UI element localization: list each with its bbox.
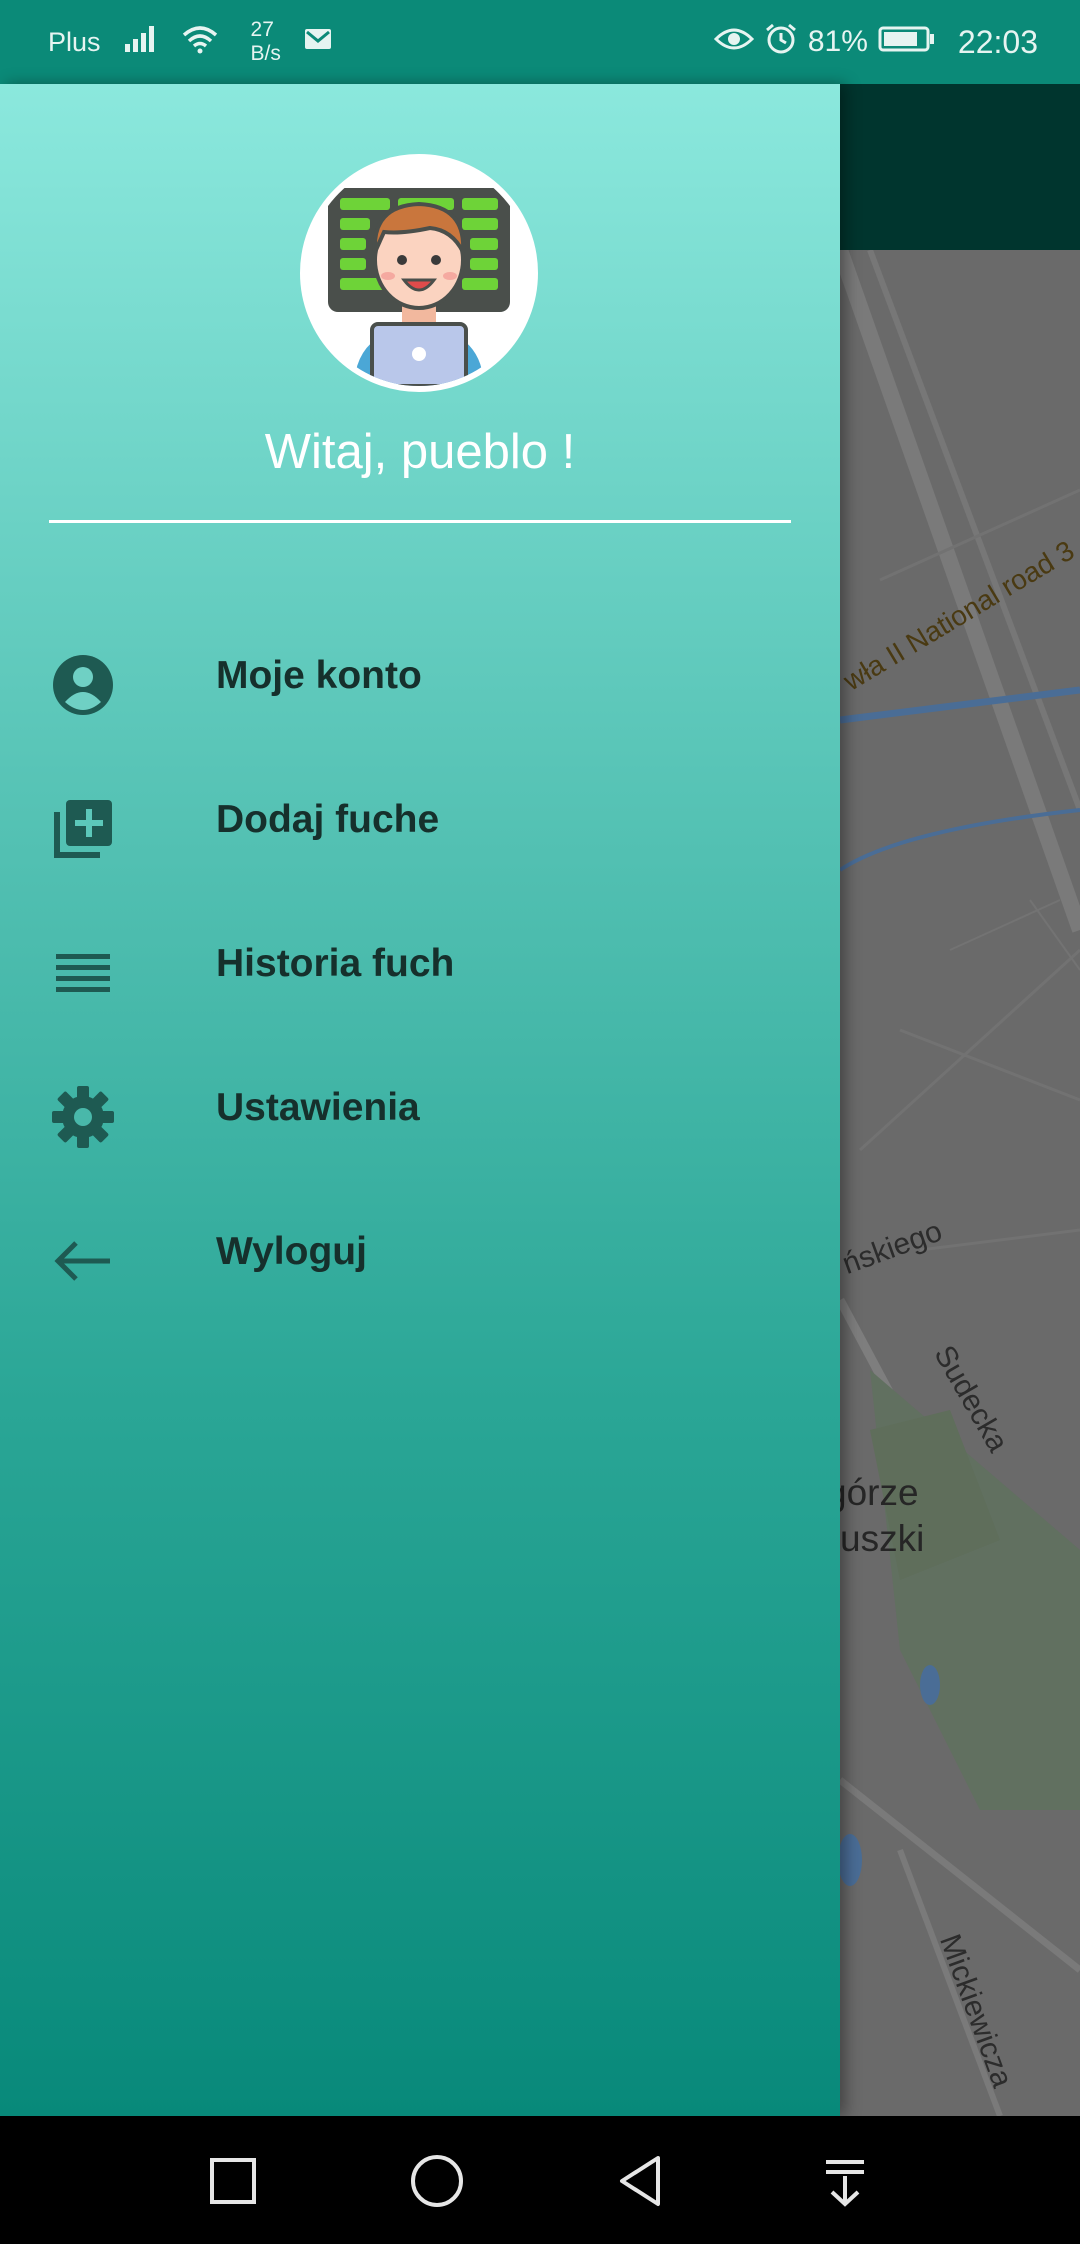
arrow-back-icon <box>50 1228 116 1294</box>
navigation-drawer: Witaj, pueblo ! Moje konto Dodaj fuche H… <box>0 84 840 2116</box>
wifi-icon <box>181 24 219 61</box>
triangle-back-icon <box>620 2156 660 2206</box>
status-bar: Plus 27 B/s 81% 22:03 <box>0 0 1080 84</box>
menu-item-historia-fuch[interactable]: Historia fuch <box>0 898 840 1042</box>
gmail-icon <box>303 27 333 58</box>
net-speed-value: 27 <box>250 18 274 41</box>
menu-item-moje-konto[interactable]: Moje konto <box>0 610 840 754</box>
menu-item-label: Dodaj fuche <box>216 798 440 841</box>
system-nav-bar <box>0 2116 1080 2244</box>
battery-icon <box>878 25 936 60</box>
library-add-icon <box>50 796 116 862</box>
menu-item-label: Wyloguj <box>216 1230 367 1273</box>
clock: 22:03 <box>957 23 1038 60</box>
gear-icon <box>50 1084 116 1150</box>
battery-percent: 81% <box>807 25 868 58</box>
map-label-district-line2: uszki <box>840 1518 925 1559</box>
menu-item-wyloguj[interactable]: Wyloguj <box>0 1186 840 1330</box>
recents-button[interactable] <box>198 2146 268 2216</box>
menu-item-label: Moje konto <box>216 654 422 697</box>
alarm-icon <box>764 22 798 63</box>
greeting-text: Witaj, pueblo ! <box>264 425 576 479</box>
circle-icon <box>411 2155 463 2207</box>
square-icon <box>210 2158 256 2204</box>
account-circle-icon <box>50 652 116 718</box>
menu-item-label: Ustawienia <box>216 1086 420 1129</box>
menu-item-dodaj-fuche[interactable]: Dodaj fuche <box>0 754 840 898</box>
net-speed-unit: B/s <box>250 42 281 65</box>
notifications-button[interactable] <box>810 2146 880 2216</box>
signal-icon <box>123 24 159 61</box>
back-button[interactable] <box>606 2146 676 2216</box>
map-label-district: górze uszki <box>826 1470 924 1562</box>
pull-down-icon <box>826 2160 864 2207</box>
menu-item-label: Historia fuch <box>216 942 455 985</box>
net-speed: 27 B/s <box>251 18 281 66</box>
menu-item-ustawienia[interactable]: Ustawienia <box>0 1042 840 1186</box>
list-icon <box>50 940 116 1006</box>
developer-avatar[interactable] <box>300 154 538 392</box>
header-divider <box>49 520 791 523</box>
eye-icon <box>713 25 754 60</box>
carrier-name: Plus <box>48 26 101 57</box>
home-button[interactable] <box>402 2146 472 2216</box>
drawer-menu: Moje konto Dodaj fuche Historia fuch Ust… <box>0 610 840 1330</box>
